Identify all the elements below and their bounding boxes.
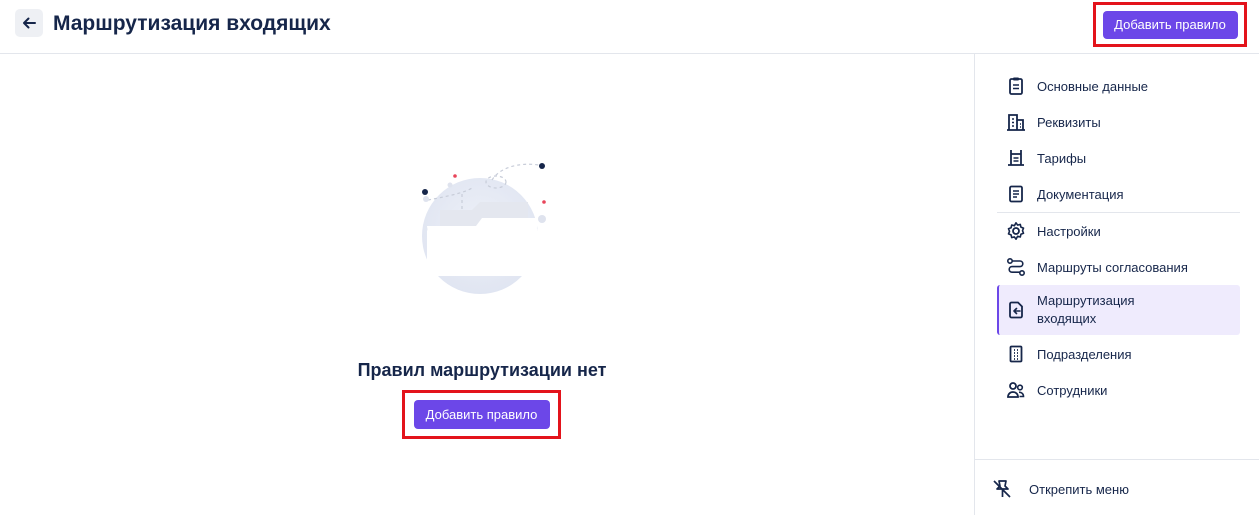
page-title: Маршрутизация входящих <box>53 12 331 35</box>
sidebar-item-label: Маршрутизация входящих <box>1037 292 1135 328</box>
sidebar-footer-divider <box>975 459 1259 460</box>
sidebar-divider <box>997 212 1240 213</box>
users-icon <box>1005 379 1027 401</box>
unpin-label: Открепить меню <box>1029 481 1129 497</box>
add-rule-button-empty-state[interactable]: Добавить правило <box>413 400 550 429</box>
clipboard-icon <box>1005 75 1027 97</box>
sidebar-item-requisites[interactable]: Реквизиты <box>997 110 1240 134</box>
sidebar-item-incoming-routing[interactable]: Маршрутизация входящих <box>997 285 1240 335</box>
building-icon <box>1005 111 1027 133</box>
sidebar-item-label: Основные данные <box>1037 78 1149 94</box>
sidebar-item-label: Тарифы <box>1037 150 1087 166</box>
sidebar-item-label: Маршруты согласования <box>1037 259 1188 275</box>
sidebar-item-label: Настройки <box>1037 223 1101 239</box>
sidebar-item-label: Реквизиты <box>1037 114 1101 130</box>
empty-state-title: Правил маршрутизации нет <box>357 360 607 380</box>
tariff-icon <box>1005 147 1027 169</box>
label-line-2: входящих <box>1037 311 1097 326</box>
sidebar-item-main-data[interactable]: Основные данные <box>997 74 1240 98</box>
empty-folder-illustration <box>422 163 546 294</box>
unpin-icon <box>991 478 1013 500</box>
sidebar-item-departments[interactable]: Подразделения <box>997 342 1240 366</box>
document-icon <box>1005 183 1027 205</box>
sidebar-item-employees[interactable]: Сотрудники <box>997 378 1240 402</box>
add-rule-button-header[interactable]: Добавить правило <box>1102 10 1238 39</box>
highlight-frame-top: Добавить правило <box>1093 2 1247 47</box>
sidebar-item-settings[interactable]: Настройки <box>997 219 1240 243</box>
page-header: Маршрутизация входящих Добавить правило <box>0 0 1259 54</box>
label-line-1: Маршрутизация <box>1037 293 1135 308</box>
sidebar-item-label: Документация <box>1037 186 1124 202</box>
sidebar-item-approval-routes[interactable]: Маршруты согласования <box>997 255 1240 279</box>
highlight-frame-center: Добавить правило <box>402 390 561 439</box>
arrow-left-icon <box>23 17 36 29</box>
sidebar-item-documentation[interactable]: Документация <box>997 182 1240 206</box>
sidebar-item-label: Подразделения <box>1037 346 1132 362</box>
sidebar: Основные данные Реквизиты Тарифы Докумен… <box>974 54 1259 515</box>
route-icon <box>1005 256 1027 278</box>
incoming-doc-icon <box>1005 299 1027 321</box>
office-building-icon <box>1005 343 1027 365</box>
sidebar-item-label: Сотрудники <box>1037 382 1108 398</box>
gear-icon <box>1005 220 1027 242</box>
sidebar-item-tariffs[interactable]: Тарифы <box>997 146 1240 170</box>
back-button[interactable] <box>15 9 43 37</box>
unpin-menu-button[interactable]: Открепить меню <box>991 478 1129 500</box>
